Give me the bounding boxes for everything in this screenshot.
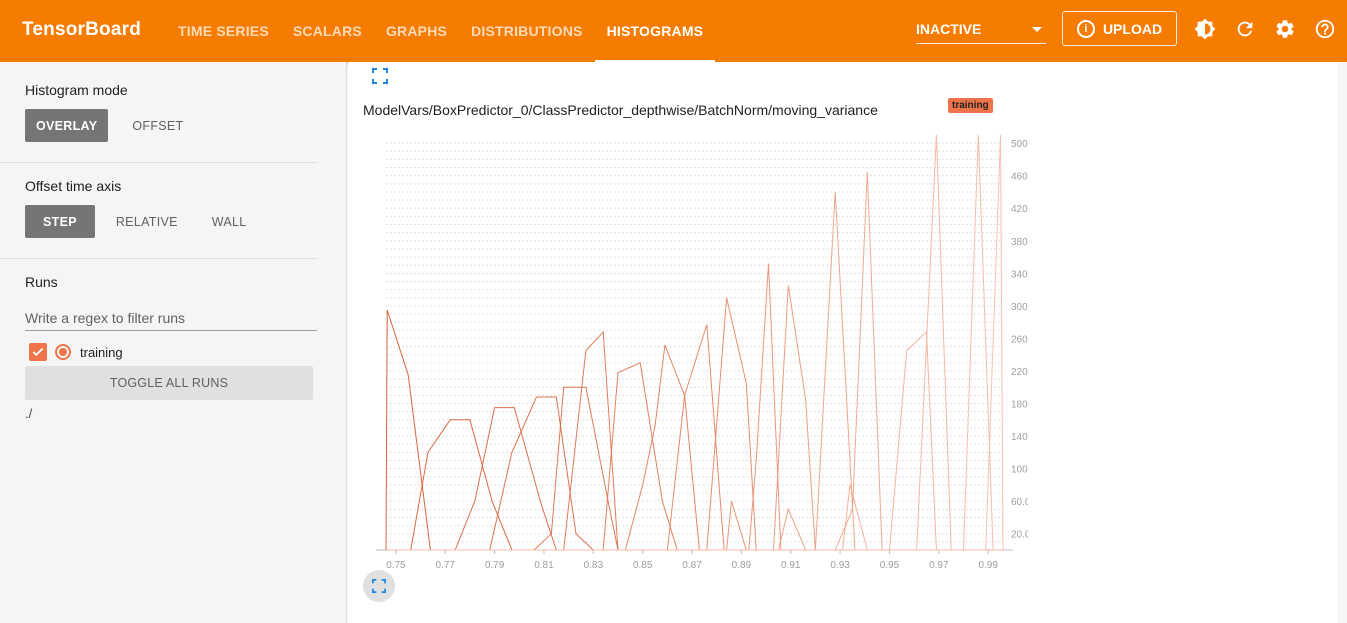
histogram-series-line: [386, 507, 1003, 551]
run-radio[interactable]: [55, 344, 71, 360]
y-tick-label: 180: [1011, 400, 1028, 411]
y-tick-label: 380: [1011, 237, 1028, 248]
offset-button[interactable]: OFFSET: [121, 109, 194, 142]
histogram-series-line: [386, 324, 1003, 551]
x-tick-label: 0.85: [633, 560, 653, 571]
sidebar: Histogram mode OVERLAY OFFSET Offset tim…: [0, 62, 347, 623]
status-dropdown[interactable]: INACTIVE: [916, 14, 1046, 44]
main-content: ModelVars/BoxPredictor_0/ClassPredictor_…: [348, 62, 1347, 623]
relative-button[interactable]: RELATIVE: [105, 205, 189, 238]
histogram-series-line: [385, 309, 1003, 551]
run-name: training: [80, 344, 123, 360]
runs-title: Runs: [25, 274, 58, 290]
app-title: TensorBoard: [22, 19, 142, 40]
histogram-chart: 20.0 60.0 100 140 180 220 260 300 340 380 420 460 50…: [376, 134, 1028, 571]
tab-scalars[interactable]: SCALARS: [281, 0, 374, 62]
tab-time-series[interactable]: TIME SERIES: [166, 0, 281, 62]
y-tick-label: 500: [1011, 139, 1028, 150]
refresh-icon[interactable]: [1234, 18, 1256, 40]
top-app-bar: TensorBoard TIME SERIES SCALARS GRAPHS D…: [0, 0, 1347, 62]
y-tick-label: 420: [1011, 204, 1028, 215]
x-tick-label: 0.89: [732, 560, 752, 571]
expand-chart-button[interactable]: [363, 570, 395, 602]
brightness-icon[interactable]: [1194, 18, 1216, 40]
x-tick-label: 0.75: [386, 560, 406, 571]
y-tick-label: 300: [1011, 302, 1028, 313]
x-tick-label: 0.95: [880, 560, 900, 571]
run-filter-input[interactable]: [25, 305, 317, 331]
y-tick-label: 140: [1011, 432, 1028, 443]
x-tick-label: 0.81: [534, 560, 554, 571]
divider: [0, 258, 318, 259]
x-tick-label: 0.93: [830, 560, 850, 571]
histogram-series-line: [386, 285, 1003, 551]
help-icon[interactable]: [1314, 18, 1336, 40]
x-tick-label: 0.87: [682, 560, 702, 571]
radio-dot: [59, 348, 67, 356]
histogram-series-line: [386, 263, 1003, 551]
x-tick-label: 0.79: [485, 560, 505, 571]
x-tick-label: 0.83: [584, 560, 604, 571]
upload-button-label: UPLOAD: [1102, 20, 1163, 37]
toggle-all-runs-button[interactable]: TOGGLE ALL RUNS: [25, 366, 313, 400]
time-axis-toggle: STEP RELATIVE WALL: [25, 205, 258, 238]
histogram-series-line: [386, 134, 1003, 551]
tab-distributions[interactable]: DISTRIBUTIONS: [459, 0, 595, 62]
y-tick-label: 60.0: [1011, 497, 1028, 508]
plugin-tabs: TIME SERIES SCALARS GRAPHS DISTRIBUTIONS…: [166, 0, 715, 62]
y-tick-label: 460: [1011, 172, 1028, 183]
log-directory: ./: [25, 406, 33, 421]
histogram-series-line: [386, 344, 1003, 551]
y-tick-label: 220: [1011, 367, 1028, 378]
histogram-mode-toggle: OVERLAY OFFSET: [25, 109, 195, 142]
chart-title: ModelVars/BoxPredictor_0/ClassPredictor_…: [363, 102, 878, 118]
check-icon: [32, 347, 44, 357]
y-tick-label: 100: [1011, 465, 1028, 476]
run-item-training: training: [29, 343, 123, 361]
fullscreen-icon: [372, 579, 386, 593]
divider: [0, 162, 318, 163]
tab-graphs[interactable]: GRAPHS: [374, 0, 459, 62]
offset-time-axis-title: Offset time axis: [25, 178, 122, 194]
histogram-mode-title: Histogram mode: [25, 82, 128, 98]
run-badge: training: [948, 98, 993, 113]
run-checkbox[interactable]: [29, 343, 47, 361]
x-tick-label: 0.99: [978, 560, 998, 571]
wall-button[interactable]: WALL: [201, 205, 258, 238]
settings-icon[interactable]: [1274, 18, 1296, 40]
x-tick-label: 0.91: [781, 560, 801, 571]
y-tick-label: 340: [1011, 269, 1028, 280]
info-icon: i: [1076, 19, 1095, 38]
histogram-series-line: [386, 297, 1003, 551]
upload-button[interactable]: i UPLOAD: [1062, 11, 1177, 46]
fullscreen-icon[interactable]: [372, 68, 388, 84]
histogram-series-line: [386, 134, 1004, 551]
x-tick-label: 0.77: [435, 560, 455, 571]
y-tick-label: 20.0: [1011, 530, 1028, 541]
x-tick-label: 0.97: [929, 560, 949, 571]
histogram-card: ModelVars/BoxPredictor_0/ClassPredictor_…: [348, 62, 1338, 623]
status-dropdown-value: INACTIVE: [916, 21, 982, 37]
chevron-down-icon: [1032, 27, 1042, 32]
step-button[interactable]: STEP: [25, 205, 95, 238]
y-tick-label: 260: [1011, 334, 1028, 345]
tab-histograms[interactable]: HISTOGRAMS: [594, 0, 716, 62]
histogram-series-line: [386, 134, 1003, 551]
overlay-button[interactable]: OVERLAY: [25, 109, 109, 142]
histogram-series-line: [386, 407, 1003, 551]
histogram-series-line: [386, 362, 1003, 551]
